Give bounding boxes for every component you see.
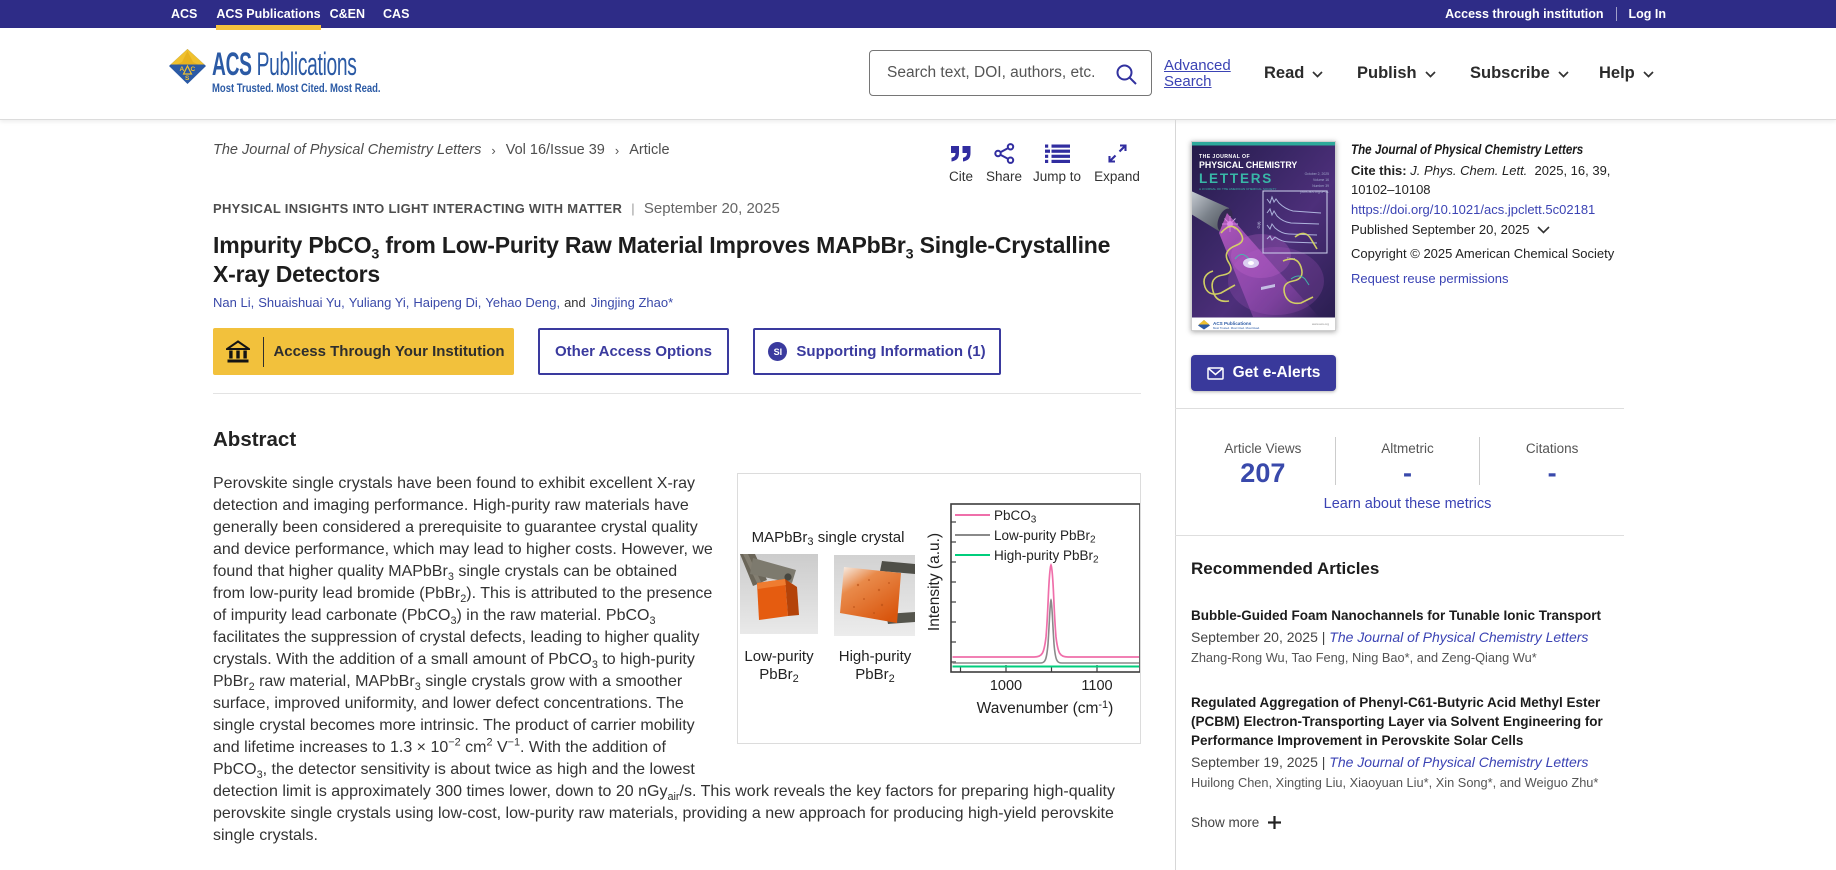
svg-text:PHYSICAL CHEMISTRY: PHYSICAL CHEMISTRY: [1199, 160, 1297, 170]
svg-text:1100: 1100: [1081, 678, 1112, 694]
svg-text:Number 39: Number 39: [1312, 184, 1329, 188]
svg-text:1000: 1000: [990, 678, 1022, 694]
svg-text:Intensity (a.u.): Intensity (a.u.): [926, 533, 943, 631]
svg-text:Most Trusted. Most Cited. Most: Most Trusted. Most Cited. Most Read.: [1213, 326, 1260, 330]
svg-text:PbCO3: PbCO3: [994, 508, 1037, 526]
svg-text:MAPbBr3 single crystal: MAPbBr3 single crystal: [752, 529, 905, 548]
svg-text:PbBr2: PbBr2: [855, 666, 894, 685]
svg-text:Volume 16: Volume 16: [1313, 178, 1329, 182]
svg-text:A JOURNAL OF THE AMERICAN CHEM: A JOURNAL OF THE AMERICAN CHEMICAL SOCIE…: [1199, 187, 1276, 191]
svg-text:G(t): G(t): [1256, 221, 1261, 229]
svg-text:Low-purity: Low-purity: [744, 648, 814, 665]
svg-text:October 2, 2025: October 2, 2025: [1305, 172, 1329, 176]
svg-text:www.acs.org: www.acs.org: [1312, 322, 1329, 326]
svg-text:Low-purity PbBr2: Low-purity PbBr2: [994, 528, 1096, 546]
svg-text:Wavenumber (cm-1): Wavenumber (cm-1): [977, 699, 1114, 717]
svg-text:High-purity PbBr2: High-purity PbBr2: [994, 548, 1099, 566]
svg-text:LETTERS: LETTERS: [1199, 171, 1273, 186]
svg-text:PbBr2: PbBr2: [759, 666, 798, 685]
svg-text:High-purity: High-purity: [839, 648, 912, 665]
